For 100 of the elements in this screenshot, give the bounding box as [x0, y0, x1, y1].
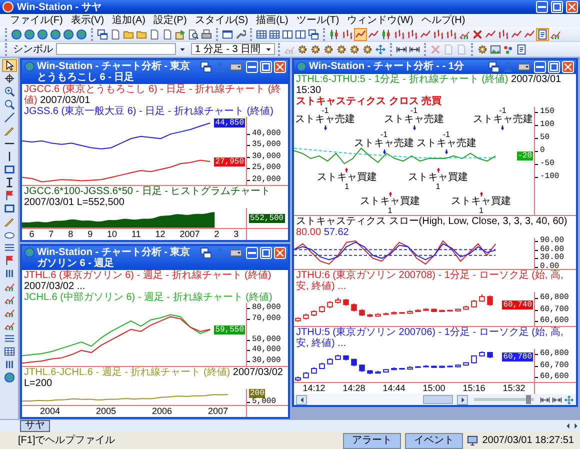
toolbar-button[interactable] — [360, 42, 374, 56]
tool-button[interactable] — [2, 163, 16, 176]
toolbar-button[interactable] — [322, 42, 335, 56]
menu-item[interactable]: スタイル(S) — [194, 15, 248, 26]
close-button[interactable] — [562, 61, 574, 73]
toolbar-button[interactable] — [471, 28, 484, 40]
toolbar-button[interactable] — [536, 28, 549, 40]
arrows-icon[interactable] — [540, 394, 550, 405]
menu-item[interactable]: ヘルプ(H) — [421, 15, 466, 26]
status-button[interactable]: イベント — [405, 432, 464, 448]
minimize-icon — [536, 66, 544, 68]
arrows-icon[interactable] — [552, 394, 562, 405]
right-arrow-icon[interactable] — [572, 422, 580, 430]
toolbar-button[interactable] — [341, 28, 354, 40]
symbol-field[interactable] — [56, 43, 176, 55]
toolbar-button[interactable] — [221, 28, 234, 40]
minimize-button[interactable] — [246, 61, 258, 73]
windows-icon[interactable] — [488, 61, 500, 73]
menu-item[interactable]: 表示(V) — [70, 15, 104, 26]
toolbar-button[interactable] — [268, 28, 281, 40]
close-button[interactable] — [274, 61, 286, 73]
tool-button[interactable] — [2, 345, 16, 358]
sell-arrow-icon — [444, 149, 449, 155]
toolbar-button[interactable] — [174, 28, 187, 40]
axis-label: 2007 — [208, 406, 228, 417]
move-icon[interactable] — [564, 394, 574, 405]
maximize-button[interactable] — [551, 1, 563, 13]
toolbar-button[interactable] — [445, 28, 458, 40]
toolbar-button[interactable] — [476, 42, 489, 56]
axis-label: 150 — [535, 108, 554, 116]
toolbar-button[interactable] — [96, 28, 109, 40]
line-chart-icon — [524, 28, 535, 40]
minimize-button[interactable] — [246, 247, 258, 259]
toolbar-button[interactable] — [308, 42, 322, 56]
price-tag: 60,740 — [502, 300, 533, 310]
tool-button[interactable] — [2, 111, 16, 124]
period-dropdown[interactable]: 1 分足 - 3 日間 — [191, 43, 275, 55]
toolbar-button[interactable] — [514, 42, 528, 56]
toolbar-button[interactable] — [294, 28, 307, 40]
menu-item[interactable]: 描画(L) — [256, 15, 288, 26]
maximize-button[interactable] — [260, 247, 272, 259]
diagonal-line-icon — [4, 112, 14, 123]
minimize-button[interactable] — [536, 1, 548, 13]
toolbar-button[interactable] — [62, 28, 75, 40]
scroll-left-button[interactable] — [296, 394, 307, 405]
axis-label: 60.00 — [535, 246, 564, 254]
dropdown-icon[interactable] — [516, 61, 532, 73]
menu-item[interactable]: 設定(P) — [153, 15, 187, 26]
chart-legend: JGCC.6*100-JGSS.6*50 - 日足 - ヒストグラムチャート 2007/03/01 L=552,500 — [24, 186, 286, 208]
menu-item[interactable]: ウィンドウ(W) — [347, 15, 414, 26]
toolbar-button[interactable] — [348, 42, 361, 56]
tool-button[interactable] — [2, 202, 16, 215]
toolbar-button[interactable] — [488, 42, 502, 56]
toolbar-button[interactable] — [281, 28, 294, 40]
toolbar-button[interactable] — [109, 28, 122, 40]
toolbar-button[interactable] — [148, 28, 161, 40]
toolbar-button[interactable] — [49, 28, 62, 40]
signal-label: ストキャ売建 — [416, 139, 476, 149]
scroll-right-button[interactable] — [457, 394, 468, 405]
axis-label: 14:12 — [302, 383, 326, 394]
scrollbar-thumb[interactable] — [423, 395, 453, 404]
sheet-tab[interactable]: サヤ — [20, 420, 50, 432]
toolbar-button[interactable] — [36, 28, 49, 40]
slider-thumb[interactable] — [526, 395, 532, 404]
menu-item[interactable]: ツール(T) — [296, 15, 340, 26]
scrollbar[interactable] — [294, 394, 576, 406]
toolbar-button[interactable] — [187, 28, 200, 40]
zoom-slider[interactable] — [474, 395, 534, 404]
toolbar-button[interactable] — [161, 28, 174, 40]
toolbar-button[interactable] — [334, 42, 348, 56]
maximize-button[interactable] — [260, 61, 272, 73]
axis-label: 10 — [107, 229, 118, 240]
toolbar-button[interactable] — [406, 28, 419, 40]
toolbar-button[interactable] — [432, 28, 445, 40]
toolbar-button[interactable] — [307, 28, 320, 40]
toolbar-button[interactable] — [10, 28, 23, 40]
toolbar-button[interactable] — [497, 28, 510, 40]
tool-button[interactable] — [2, 59, 16, 72]
windows-icon[interactable] — [200, 247, 212, 259]
toolbar-button[interactable] — [23, 28, 36, 40]
maximize-button[interactable] — [548, 61, 560, 73]
close-button[interactable] — [274, 247, 286, 259]
close-button[interactable] — [566, 1, 578, 13]
price-tag: 59,550 — [214, 325, 245, 334]
left-arrow-icon[interactable] — [564, 422, 572, 430]
menu-item[interactable]: 追加(A) — [112, 15, 146, 26]
status-button[interactable]: アラート — [343, 432, 402, 448]
window-title: Win-Station - サヤ — [17, 2, 102, 12]
toolbar-button[interactable] — [255, 28, 268, 40]
gear-icon — [348, 44, 360, 54]
menu-item[interactable]: ファイル(F) — [10, 15, 63, 26]
dropdown-icon[interactable] — [228, 61, 244, 73]
toolbar-button[interactable] — [393, 28, 406, 40]
bar-chart-icon — [342, 28, 353, 40]
windows-icon[interactable] — [200, 61, 212, 73]
dropdown-icon[interactable] — [228, 247, 244, 259]
minimize-button[interactable] — [534, 61, 546, 73]
toolbar-button[interactable] — [296, 42, 309, 56]
toolbar-button[interactable] — [75, 28, 88, 40]
toolbar-button[interactable] — [200, 28, 213, 40]
